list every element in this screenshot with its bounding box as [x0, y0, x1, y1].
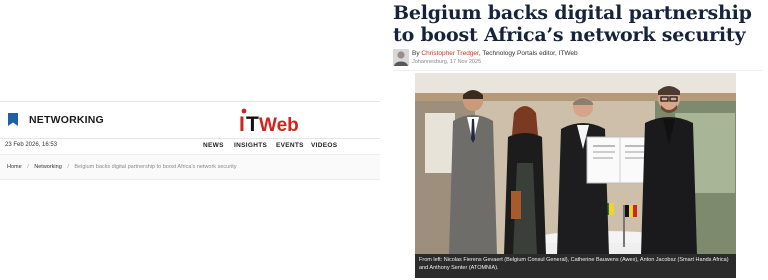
breadcrumb: Home / Networking / Belgium backs digita…: [7, 164, 237, 170]
logo-web: Web: [259, 115, 299, 135]
nav-events[interactable]: EVENTS: [276, 142, 304, 149]
photo-caption: From left: Nicolas Fierens Gevaert (Belg…: [415, 254, 736, 278]
logo-t: T: [246, 113, 259, 135]
logo-i: I: [239, 113, 245, 135]
author-role: , Technology Portals editor, ITWeb: [478, 50, 578, 57]
nav-news[interactable]: NEWS: [203, 142, 224, 149]
author-link[interactable]: Christopher Tredger: [421, 50, 478, 57]
article-panel: Belgium backs digital partnership to boo…: [384, 0, 768, 280]
article-dateline: Johannesburg, 17 Nov 2025: [412, 59, 482, 65]
bookmark-icon: [8, 113, 18, 126]
site-header: NETWORKING I T Web: [0, 101, 380, 139]
article-photo[interactable]: [415, 73, 736, 255]
divider: [393, 70, 763, 71]
breadcrumb-bar: Home / Networking / Belgium backs digita…: [0, 154, 380, 180]
breadcrumb-current: Belgium backs digital partnership to boo…: [74, 164, 237, 170]
breadcrumb-home[interactable]: Home: [7, 164, 22, 170]
site-header-panel: NETWORKING I T Web 23 Feb 2026, 16:53 NE…: [0, 0, 382, 280]
byline-text: By Christopher Tredger, Technology Porta…: [412, 50, 578, 57]
byline-prefix: By: [412, 50, 422, 57]
nav-insights[interactable]: INSIGHTS: [234, 142, 267, 149]
breadcrumb-section[interactable]: Networking: [34, 164, 62, 170]
sub-nav: 23 Feb 2026, 16:53 NEWS INSIGHTS EVENTS …: [0, 139, 380, 154]
itweb-logo[interactable]: I T Web: [238, 107, 300, 135]
author-avatar[interactable]: [393, 49, 409, 66]
breadcrumb-separator: /: [27, 164, 29, 170]
section-label[interactable]: NETWORKING: [29, 114, 104, 126]
breadcrumb-separator: /: [67, 164, 69, 170]
nav-videos[interactable]: VIDEOS: [311, 142, 337, 149]
byline: By Christopher Tredger, Technology Porta…: [393, 49, 753, 69]
current-date: 23 Feb 2026, 16:53: [5, 142, 58, 148]
article-headline: Belgium backs digital partnership to boo…: [393, 2, 752, 46]
